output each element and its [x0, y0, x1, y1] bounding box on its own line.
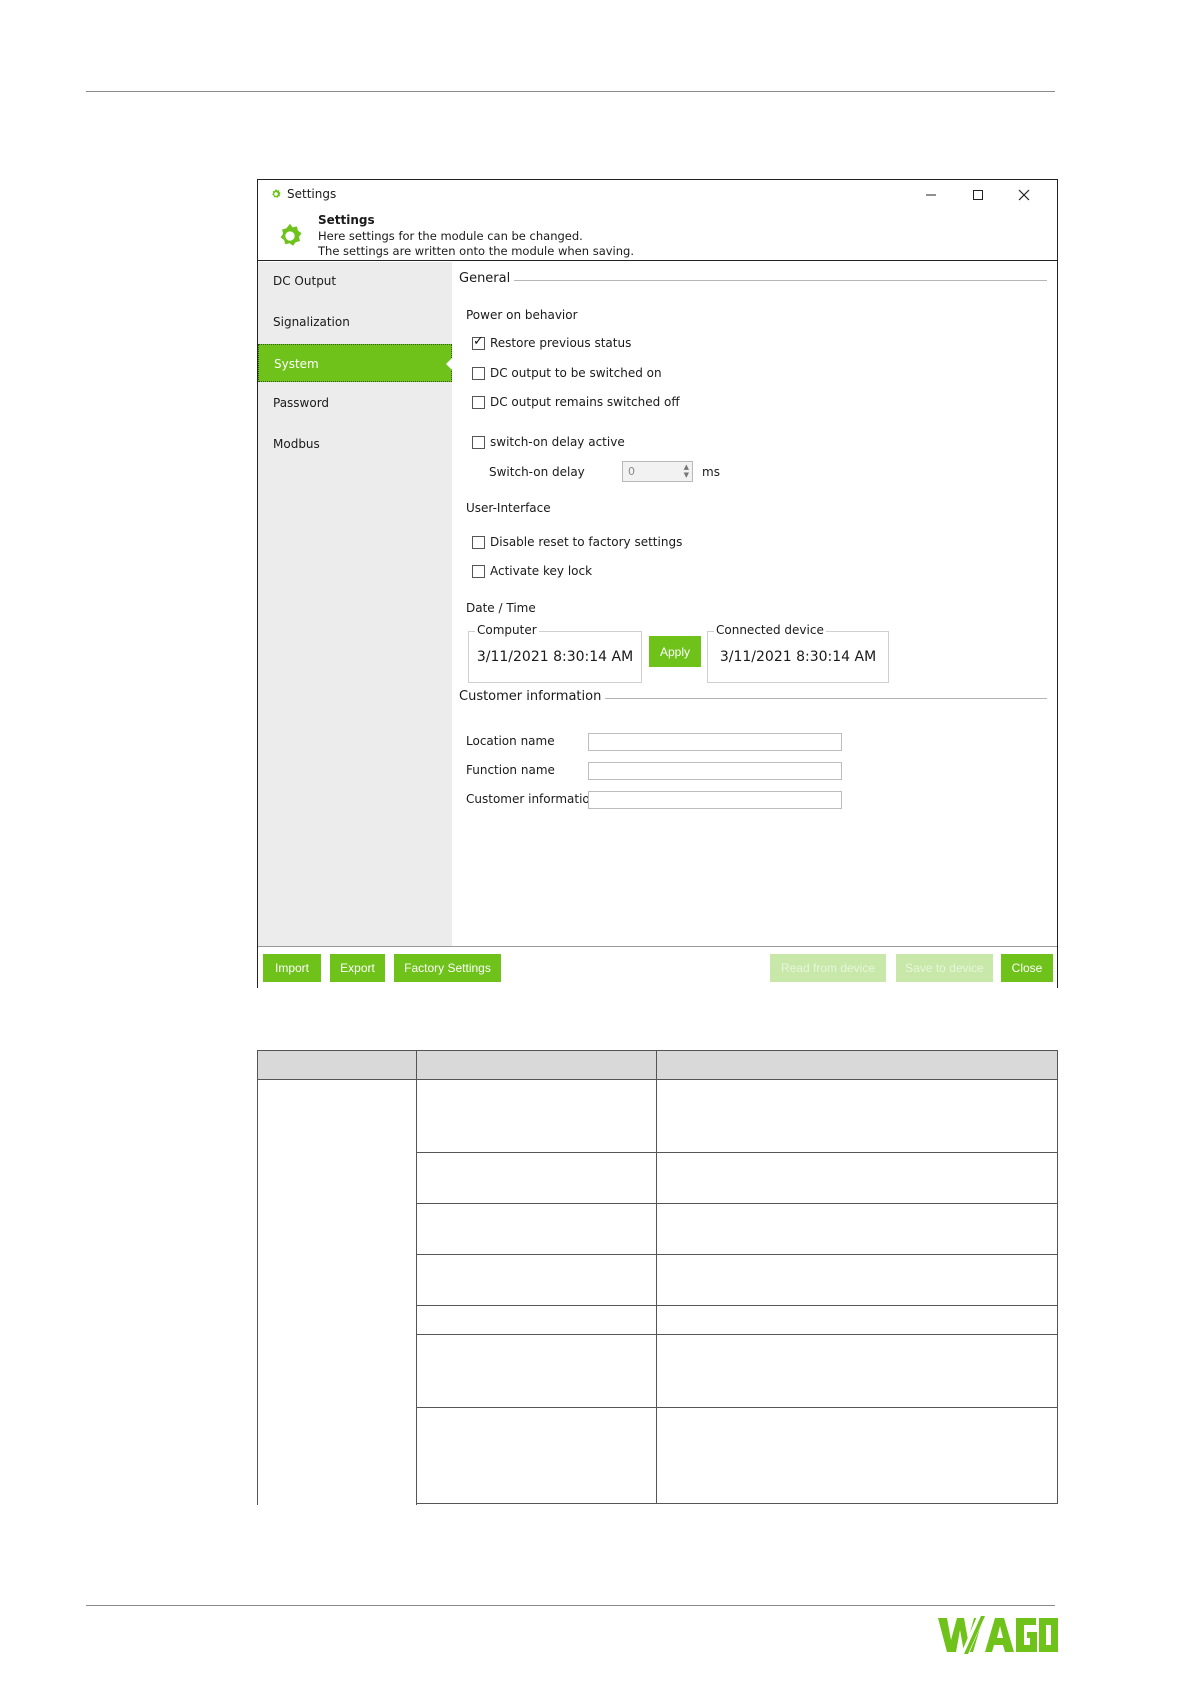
customer-info-input[interactable] — [588, 791, 842, 809]
close-button[interactable]: Close — [1001, 954, 1053, 982]
table-row — [416, 1203, 657, 1255]
table-group-cell — [257, 1079, 417, 1505]
switch-on-delay-checkbox[interactable] — [472, 436, 485, 449]
settings-table — [257, 1050, 1058, 1505]
table-row — [416, 1079, 657, 1153]
function-name-label: Function name — [466, 763, 555, 777]
table-row — [656, 1254, 1058, 1306]
apply-time-button[interactable]: Apply — [649, 636, 701, 667]
wago-logo-icon — [938, 1614, 1058, 1656]
sidebar-item-password[interactable]: Password — [258, 384, 452, 422]
settings-window: Settings Settings Here settings for the … — [257, 179, 1058, 988]
switched-off-checkbox[interactable] — [472, 396, 485, 409]
location-name-input[interactable] — [588, 733, 842, 751]
minimize-icon — [926, 194, 936, 196]
computer-time-title: Computer — [475, 623, 539, 637]
table-header-cell — [416, 1050, 657, 1080]
date-time-label: Date / Time — [466, 601, 536, 615]
close-window-button[interactable] — [1011, 184, 1037, 206]
key-lock-checkbox[interactable] — [472, 565, 485, 578]
table-row — [656, 1079, 1058, 1153]
power-on-label: Power on behavior — [466, 308, 578, 322]
table-row — [656, 1152, 1058, 1204]
header-description: Here settings for the module can be chan… — [318, 229, 583, 243]
key-lock-label: Activate key lock — [490, 564, 593, 578]
switch-on-delay-label: Switch-on delay — [489, 465, 585, 479]
factory-settings-button[interactable]: Factory Settings — [394, 954, 501, 982]
header-description-2: The settings are written onto the module… — [318, 244, 634, 258]
maximize-icon — [973, 190, 983, 200]
export-button[interactable]: Export — [330, 954, 385, 982]
header-rule — [86, 91, 1055, 92]
customer-title: Customer information — [459, 689, 606, 704]
settings-gear-icon — [280, 223, 302, 246]
import-button[interactable]: Import — [263, 954, 321, 982]
title-bar: Settings — [258, 180, 1057, 210]
location-name-label: Location name — [466, 734, 555, 748]
dialog-header: Settings Here settings for the module ca… — [258, 210, 1057, 261]
switch-on-delay-stepper[interactable]: 0 ▲ ▼ — [622, 461, 693, 482]
table-header-cell — [656, 1050, 1058, 1080]
window-title: Settings — [287, 187, 337, 201]
dialog-footer: Import Export Factory Settings Read from… — [258, 946, 1057, 988]
computer-time-group: Computer 3/11/2021 8:30:14 AM — [468, 623, 642, 683]
sidebar-item-system[interactable]: System — [258, 344, 452, 382]
device-time-group: Connected device 3/11/2021 8:30:14 AM — [707, 623, 889, 683]
table-row — [656, 1334, 1058, 1408]
general-title: General — [459, 271, 515, 286]
restore-status-label: Restore previous status — [490, 336, 632, 350]
table-row — [416, 1305, 657, 1335]
restore-status-checkbox[interactable] — [472, 334, 485, 350]
disable-reset-checkbox[interactable] — [472, 536, 485, 549]
read-from-device-button[interactable]: Read from device — [770, 954, 886, 982]
function-name-input[interactable] — [588, 762, 842, 780]
close-icon — [1018, 189, 1030, 201]
footer-rule — [86, 1605, 1055, 1606]
table-row — [416, 1407, 657, 1504]
device-time-value: 3/11/2021 8:30:14 AM — [719, 649, 877, 665]
table-row — [656, 1407, 1058, 1504]
sidebar: DC Output Signalization System Password … — [258, 262, 452, 946]
gear-icon — [272, 189, 281, 198]
switched-off-label: DC output remains switched off — [490, 395, 680, 409]
disable-reset-label: Disable reset to factory settings — [490, 535, 683, 549]
minimize-button[interactable] — [918, 184, 944, 206]
sidebar-item-signalization[interactable]: Signalization — [258, 303, 452, 341]
user-interface-label: User-Interface — [466, 501, 551, 515]
table-row — [416, 1254, 657, 1306]
general-divider — [509, 280, 1047, 281]
customer-divider — [599, 698, 1047, 699]
sidebar-item-modbus[interactable]: Modbus — [258, 425, 452, 463]
system-settings-panel: General Power on behavior Restore previo… — [452, 262, 1057, 946]
computer-time-value: 3/11/2021 8:30:14 AM — [476, 649, 634, 665]
spin-arrows-icon[interactable]: ▲ ▼ — [684, 463, 689, 479]
device-time-title: Connected device — [714, 623, 826, 637]
table-header-cell — [257, 1050, 417, 1080]
table-row — [656, 1203, 1058, 1255]
table-row — [416, 1334, 657, 1408]
save-to-device-button[interactable]: Save to device — [896, 954, 993, 982]
header-title: Settings — [318, 213, 375, 227]
table-row — [416, 1152, 657, 1204]
switched-on-checkbox[interactable] — [472, 367, 485, 380]
table-row — [656, 1305, 1058, 1335]
maximize-button[interactable] — [965, 184, 991, 206]
switch-on-delay-value: 0 — [628, 465, 635, 478]
switched-on-label: DC output to be switched on — [490, 366, 662, 380]
customer-info-label: Customer information — [466, 792, 598, 806]
delay-unit-label: ms — [702, 465, 720, 479]
sidebar-item-dc-output[interactable]: DC Output — [258, 262, 452, 300]
switch-on-delay-active-label: switch-on delay active — [490, 435, 625, 449]
